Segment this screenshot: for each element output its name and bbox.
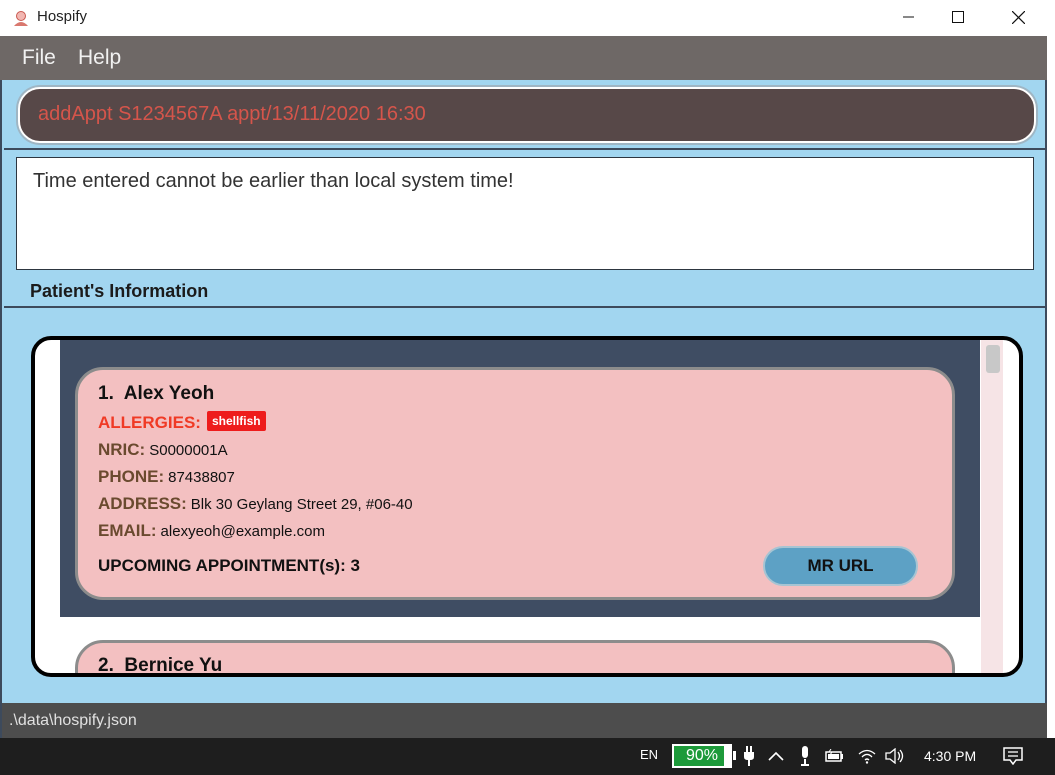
main-panel: addAppt S1234567A appt/13/11/2020 16:30 …: [0, 80, 1047, 703]
result-message: Time entered cannot be earlier than loca…: [33, 170, 514, 192]
taskbar: EN 90% 4:30 PM: [0, 738, 1055, 775]
notification-icon[interactable]: [1003, 746, 1023, 766]
patient-name: 2. Bernice Yu: [98, 655, 223, 676]
phone-row: PHONE: 87438807: [98, 467, 235, 487]
address-row: ADDRESS: Blk 30 Geylang Street 29, #06-40: [98, 494, 413, 514]
data-file-path: .\data\hospify.json: [9, 712, 137, 729]
patient-name: 1. Alex Yeoh: [98, 383, 214, 405]
upcoming-appointments: UPCOMING APPOINTMENT(s): 3: [98, 556, 360, 575]
nric-value: S0000001A: [149, 442, 228, 459]
patient-name-text: Bernice Yu: [124, 655, 223, 676]
command-input[interactable]: addAppt S1234567A appt/13/11/2020 16:30: [18, 87, 1036, 143]
patient-card[interactable]: 1. Alex Yeoh ALLERGIES: shellfish NRIC: S0…: [75, 367, 955, 600]
app-window: Hospify File Help addAppt S1234567A appt…: [0, 0, 1055, 775]
divider: [4, 306, 1045, 308]
microphone-icon[interactable]: [795, 746, 815, 766]
menu-bar: File Help: [0, 36, 1047, 80]
hospify-logo-icon: [14, 11, 28, 26]
chevron-up-icon[interactable]: [766, 746, 786, 766]
battery-charging-icon[interactable]: [825, 746, 845, 766]
patient-name-text: Alex Yeoh: [123, 383, 215, 404]
maximize-icon: [952, 11, 964, 23]
phone-label: PHONE:: [98, 467, 165, 486]
email-label: EMAIL:: [98, 521, 157, 540]
menu-file[interactable]: File: [22, 46, 56, 70]
allergy-tag: shellfish: [206, 411, 266, 431]
power-plug-icon[interactable]: [739, 746, 759, 766]
list-scrollbar[interactable]: [981, 340, 1003, 673]
speaker-icon[interactable]: [885, 746, 905, 766]
window-title: Hospify: [37, 8, 88, 25]
patient-index: 2.: [98, 655, 114, 676]
patient-index: 1.: [98, 383, 114, 404]
address-label: ADDRESS:: [98, 494, 187, 513]
battery-indicator[interactable]: 90%: [672, 744, 732, 768]
scrollbar-thumb[interactable]: [986, 345, 1000, 373]
allergies-row: ALLERGIES: shellfish: [98, 411, 266, 433]
phone-value: 87438807: [168, 469, 235, 486]
battery-nub: [733, 751, 736, 760]
panel-title: Patient's Information: [30, 281, 209, 301]
command-text[interactable]: addAppt S1234567A appt/13/11/2020 16:30: [38, 103, 426, 126]
minimize-icon: [903, 16, 914, 18]
maximize-button[interactable]: [929, 0, 987, 34]
nric-label: NRIC:: [98, 440, 146, 459]
email-value: alexyeoh@example.com: [160, 523, 326, 540]
language-indicator[interactable]: EN: [640, 747, 658, 762]
close-icon: [1011, 10, 1025, 24]
wifi-icon[interactable]: [857, 746, 877, 766]
address-value: Blk 30 Geylang Street 29, #06-40: [190, 496, 413, 513]
taskbar-clock[interactable]: 4:30 PM: [924, 748, 976, 764]
allergies-label: ALLERGIES:: [98, 413, 201, 432]
battery-percent: 90%: [685, 747, 719, 764]
title-bar: Hospify: [0, 0, 1055, 36]
result-display[interactable]: Time entered cannot be earlier than loca…: [16, 157, 1034, 270]
patient-card[interactable]: 2. Bernice Yu: [75, 640, 955, 676]
patient-list[interactable]: 1. Alex Yeoh ALLERGIES: shellfish NRIC: S0…: [31, 336, 1023, 677]
status-bar: .\data\hospify.json: [0, 703, 1047, 738]
command-area: addAppt S1234567A appt/13/11/2020 16:30: [4, 80, 1045, 150]
email-row: EMAIL: alexyeoh@example.com: [98, 521, 325, 541]
menu-help[interactable]: Help: [78, 46, 121, 70]
close-button[interactable]: [989, 0, 1047, 34]
mr-url-button[interactable]: MR URL: [763, 546, 918, 586]
nric-row: NRIC: S0000001A: [98, 440, 228, 460]
